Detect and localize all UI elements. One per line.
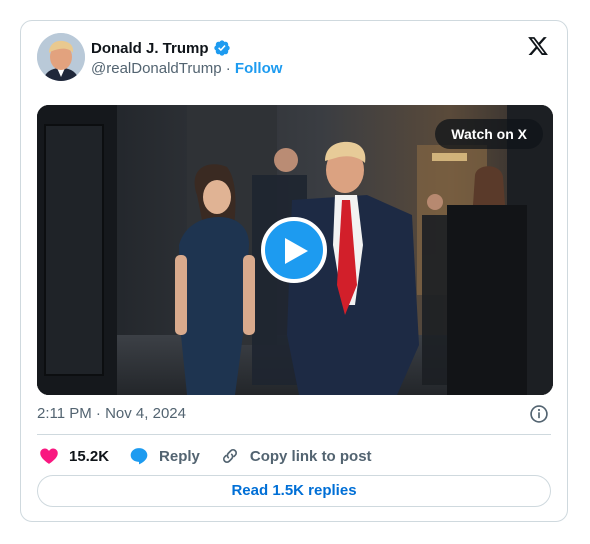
action-bar: 15.2K Reply Copy link to post xyxy=(39,445,392,467)
watch-on-x-badge[interactable]: Watch on X xyxy=(435,119,543,149)
author-handle-row: @realDonaldTrump · Follow xyxy=(91,60,282,77)
like-button[interactable]: 15.2K xyxy=(39,446,109,466)
follow-link[interactable]: Follow xyxy=(235,60,283,77)
reply-label: Reply xyxy=(159,447,200,465)
play-icon xyxy=(285,238,308,264)
avatar-photo xyxy=(37,33,85,81)
info-icon[interactable] xyxy=(529,404,549,424)
author-name-row: Donald J. Trump xyxy=(91,38,231,58)
verified-badge-icon xyxy=(213,40,230,56)
heart-icon xyxy=(40,448,58,464)
video-thumbnail[interactable]: Watch on X xyxy=(37,105,553,395)
embedded-post-card: Donald J. Trump @realDonaldTrump · Follo… xyxy=(20,20,568,522)
author-avatar[interactable] xyxy=(37,33,85,81)
read-replies-button[interactable]: Read 1.5K replies xyxy=(37,475,551,507)
handle-separator: · xyxy=(225,60,235,77)
author-display-name[interactable]: Donald J. Trump xyxy=(91,40,209,57)
copy-link-label: Copy link to post xyxy=(249,447,372,465)
x-logo-icon[interactable] xyxy=(527,35,549,57)
reply-bubble-icon xyxy=(130,448,148,465)
reply-button[interactable]: Reply xyxy=(129,446,200,466)
like-count: 15.2K xyxy=(69,447,110,465)
divider xyxy=(37,434,551,435)
copy-link-button[interactable]: Copy link to post xyxy=(220,446,372,466)
link-icon xyxy=(222,448,237,464)
play-button[interactable] xyxy=(261,217,327,283)
post-timestamp[interactable]: 2:11 PM · Nov 4, 2024 xyxy=(37,405,186,422)
author-handle[interactable]: @realDonaldTrump xyxy=(91,60,222,77)
